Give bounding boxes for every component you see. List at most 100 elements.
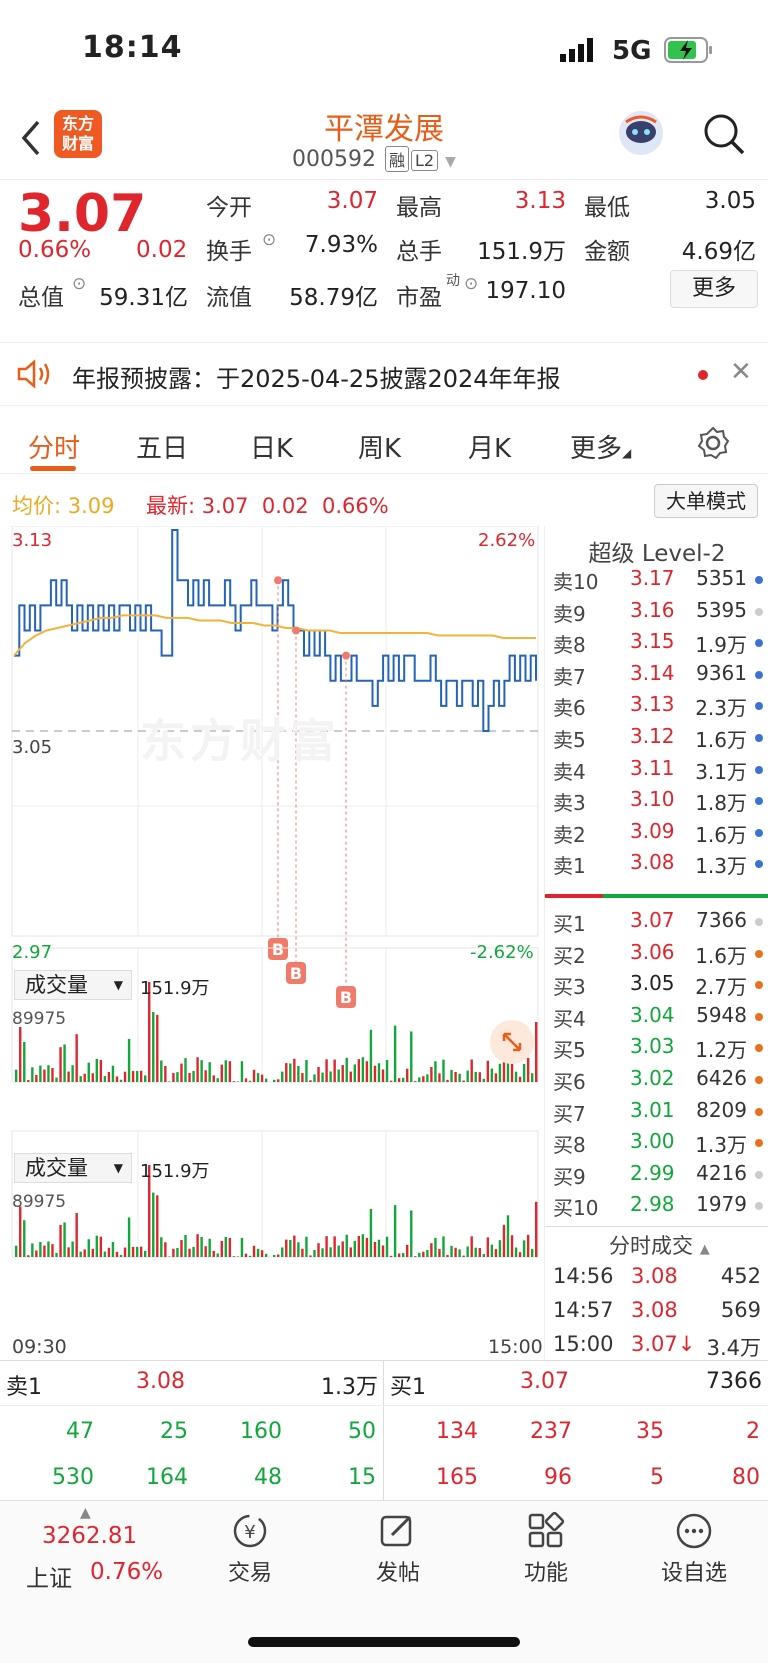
tab-weekly-k[interactable]: 周K [358, 428, 401, 465]
info-icon[interactable]: ⊙ [72, 274, 86, 294]
big-order-mode-button[interactable]: 大单模式 [654, 484, 758, 518]
tick-time: 15:00 [553, 1332, 614, 1356]
ask-row[interactable]: 卖3 3.10 1.8万 [545, 787, 768, 818]
index-change[interactable]: 0.76% [90, 1559, 163, 1585]
x-axis-end: 15:00 [488, 1336, 543, 1358]
index-name[interactable]: 上证 [26, 1559, 72, 1593]
volume-bar [482, 1254, 485, 1257]
robot-assistant-icon[interactable] [616, 108, 666, 158]
bid-row[interactable]: 买8 3.00 1.3万 [545, 1129, 768, 1160]
ask-volume: 1.8万 [695, 791, 747, 816]
volume-bar [103, 1076, 107, 1082]
volume-indicator-select-2[interactable]: 成交量 ▼ [14, 1153, 132, 1183]
tab-daily-k[interactable]: 日K [250, 428, 293, 465]
divider [383, 1361, 384, 1501]
ticks-title-label: 分时成交 [609, 1234, 693, 1258]
bid-price: 3.03 [630, 1034, 675, 1059]
tab-five-day[interactable]: 五日 [136, 428, 188, 465]
ask-level: 卖5 [553, 728, 586, 752]
expand-button[interactable] [490, 1020, 534, 1064]
volume-bar [63, 1044, 66, 1082]
bid-price: 3.05 [630, 971, 675, 996]
avg-price: 均价: 3.09 [12, 490, 115, 520]
search-icon[interactable] [702, 112, 746, 156]
volume-bar [107, 1071, 111, 1082]
queue-cell: 164 [146, 1465, 188, 1490]
volume-bar [369, 1208, 373, 1257]
notice-text: 年报预披露：于2025-04-25披露2024年年报 [72, 365, 561, 393]
tab-more[interactable]: 更多◢ [570, 428, 631, 465]
volume-bar [486, 1237, 490, 1257]
bid-row[interactable]: 买7 3.01 8209 [545, 1098, 768, 1129]
ticks-title[interactable]: 分时成交 ▲ [609, 1230, 710, 1260]
volume-bar [200, 1060, 203, 1082]
amount-label: 金额 [584, 239, 630, 265]
bid-row[interactable]: 买9 2.99 4216 [545, 1161, 768, 1192]
ask-level: 卖9 [553, 601, 586, 626]
ask-volume: 1.6万 [695, 728, 747, 752]
ask-row[interactable]: 卖2 3.09 1.6万 [545, 819, 768, 850]
stock-header: 东方 财富 平潭发展 000592 融 L2 ▼ [0, 100, 768, 180]
bid-volume: 1979 [696, 1192, 747, 1217]
bid-row[interactable]: 买5 3.03 1.2万 [545, 1034, 768, 1065]
close-icon[interactable]: ✕ [730, 357, 752, 387]
queue-cell: 50 [348, 1419, 376, 1444]
queue-cell: 134 [436, 1419, 478, 1444]
ask-row[interactable]: 卖9 3.16 5395 [545, 598, 768, 629]
ask-row[interactable]: 卖5 3.12 1.6万 [545, 724, 768, 755]
more-dots-icon [676, 1513, 712, 1549]
info-icon[interactable]: ⊙ [262, 230, 276, 250]
bid-row[interactable]: 买4 3.04 5948 [545, 1003, 768, 1034]
bid-level: 买5 [553, 1038, 586, 1063]
high-label: 最高 [396, 195, 442, 221]
volume-bar [272, 1255, 276, 1257]
volume-bar [204, 1070, 207, 1082]
queue-cell: 47 [66, 1419, 94, 1444]
volume-bar [204, 1246, 207, 1257]
bid-row[interactable]: 买3 3.05 2.7万 [545, 971, 768, 1002]
ask-row[interactable]: 卖1 3.08 1.3万 [545, 850, 768, 881]
volume-indicator-select-1[interactable]: 成交量 ▼ [14, 970, 132, 1000]
change-percent: 0.66% [18, 237, 92, 263]
volume-bar [369, 1029, 373, 1082]
volume-bar [377, 1063, 381, 1082]
order-dot [755, 702, 763, 711]
tab-trade[interactable]: ¥ 交易 [190, 1511, 310, 1587]
ask-row[interactable]: 卖4 3.11 3.1万 [545, 756, 768, 787]
volume-bar [313, 1250, 316, 1257]
bid-row[interactable]: 买6 3.02 6426 [545, 1066, 768, 1097]
x-axis-start: 09:30 [12, 1336, 67, 1358]
bid-row[interactable]: 买1 3.07 7366 [545, 908, 768, 939]
volume-bar [152, 1012, 155, 1082]
bid-row[interactable]: 买2 3.06 1.6万 [545, 940, 768, 971]
ask-row[interactable]: 卖10 3.17 5351 [545, 566, 768, 597]
low-value: 3.05 [704, 188, 756, 214]
stock-code-row[interactable]: 000592 融 L2 ▼ [292, 146, 456, 172]
network-label: 5G [612, 36, 652, 66]
volume-bar [406, 1068, 409, 1082]
bid-row[interactable]: 买10 2.98 1979 [545, 1192, 768, 1223]
tab-customize[interactable]: 设自选 [634, 1511, 754, 1587]
volume-bar [27, 1080, 30, 1082]
y-axis-top: 3.13 [12, 530, 53, 551]
ask-row[interactable]: 卖7 3.14 9361 [545, 661, 768, 692]
intraday-chart[interactable]: BBB [0, 526, 544, 1360]
volume-bar [381, 1245, 385, 1257]
gear-icon[interactable] [696, 426, 730, 460]
more-button[interactable]: 更多 [670, 270, 758, 308]
tab-functions[interactable]: 功能 [486, 1511, 606, 1587]
tick-row: 14:56 3.08 452 [545, 1264, 768, 1295]
queue-cell: 35 [636, 1419, 664, 1444]
tab-intraday[interactable]: 分时 [28, 428, 80, 465]
ask-row[interactable]: 卖8 3.15 1.9万 [545, 629, 768, 660]
chevron-down-icon: ▼ [445, 154, 456, 170]
volume-total: 151.9万 [140, 1161, 210, 1182]
index-value[interactable]: 3262.81 [42, 1523, 137, 1549]
tab-monthly-k[interactable]: 月K [468, 428, 511, 465]
volume-bar [59, 1224, 62, 1257]
tab-post[interactable]: 发帖 [338, 1511, 458, 1587]
volume-bar [264, 1253, 268, 1257]
notice-bar[interactable]: 年报预披露：于2025-04-25披露2024年年报 ✕ [0, 342, 768, 406]
ask-row[interactable]: 卖6 3.13 2.3万 [545, 692, 768, 723]
order-dot [755, 765, 763, 774]
